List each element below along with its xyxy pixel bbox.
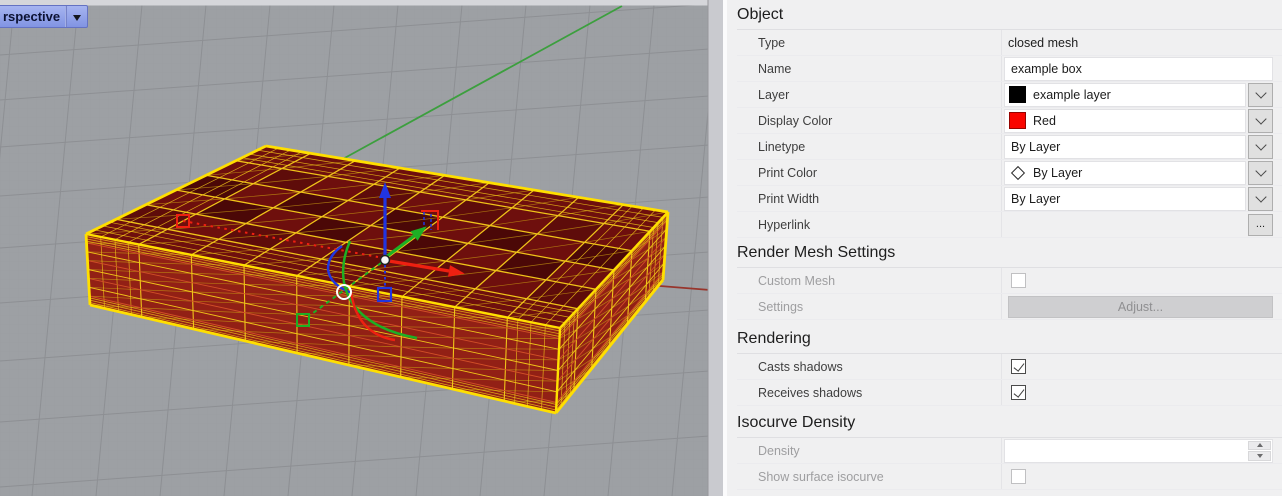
print-width-field[interactable]: By Layer [1004,187,1246,211]
row-density: Density [737,438,1282,464]
row-display-color: Display Color Red [737,108,1282,134]
display-color-label: Display Color [737,114,1001,128]
name-label: Name [737,62,1001,76]
display-color-field[interactable]: Red [1004,109,1246,133]
viewport-tab[interactable]: rspective [0,5,88,28]
show-surface-isocurve-label: Show surface isocurve [737,470,1001,484]
viewport-tab-label[interactable]: rspective [0,9,65,25]
linetype-label: Linetype [737,140,1001,154]
custom-mesh-checkbox[interactable] [1011,273,1026,288]
arrow-up-icon [1257,440,1263,447]
viewport-canvas[interactable] [0,0,723,496]
layer-value: example layer [1033,88,1111,102]
section-header-isocurve: Isocurve Density [727,408,1282,437]
chevron-down-icon [1255,87,1266,98]
spin-down-button[interactable] [1248,451,1271,461]
viewport-tab-separator [65,6,67,27]
layer-field[interactable]: example layer [1004,83,1246,107]
hyperlink-label: Hyperlink [737,218,1001,232]
properties-panel: Object Type closed mesh Name Layer examp… [723,0,1282,496]
print-color-label: Print Color [737,166,1001,180]
layer-color-swatch [1009,86,1026,103]
print-width-combo[interactable]: By Layer [1004,187,1273,211]
custom-mesh-label: Custom Mesh [737,274,1001,288]
print-width-value: By Layer [1011,192,1060,206]
viewport[interactable]: rspective [0,0,723,496]
hyperlink-browse-button[interactable]: ... [1248,214,1273,236]
arrow-down-icon [1257,454,1263,461]
row-custom-mesh: Custom Mesh [737,268,1282,294]
name-input[interactable] [1004,57,1273,81]
section-header-render-mesh: Render Mesh Settings [727,238,1282,267]
print-color-dropdown-button[interactable] [1248,161,1273,185]
adjust-button[interactable]: Adjust... [1008,296,1273,318]
viewport-top-strip [0,0,723,6]
print-color-field[interactable]: By Layer [1004,161,1246,185]
layer-dropdown-button[interactable] [1248,83,1273,107]
section-header-rendering: Rendering [727,324,1282,353]
chevron-down-icon [1255,139,1266,150]
linetype-combo[interactable]: By Layer [1004,135,1273,159]
casts-shadows-checkbox[interactable] [1011,359,1026,374]
row-receives-shadows: Receives shadows [737,380,1282,406]
gumball-origin[interactable] [381,256,390,265]
print-width-label: Print Width [737,192,1001,206]
print-color-combo[interactable]: By Layer [1004,161,1273,185]
row-print-color: Print Color By Layer [737,160,1282,186]
print-width-dropdown-button[interactable] [1248,187,1273,211]
linetype-field[interactable]: By Layer [1004,135,1246,159]
row-type: Type closed mesh [737,30,1282,56]
display-color-value: Red [1033,114,1056,128]
display-color-swatch [1009,112,1026,129]
linetype-value: By Layer [1011,140,1060,154]
row-casts-shadows: Casts shadows [737,354,1282,380]
row-print-width: Print Width By Layer [737,186,1282,212]
receives-shadows-checkbox[interactable] [1011,385,1026,400]
display-color-combo[interactable]: Red [1004,109,1273,133]
chevron-down-icon [1255,165,1266,176]
linetype-dropdown-button[interactable] [1248,135,1273,159]
layer-label: Layer [737,88,1001,102]
display-color-dropdown-button[interactable] [1248,109,1273,133]
layer-combo[interactable]: example layer [1004,83,1273,107]
row-linetype: Linetype By Layer [737,134,1282,160]
app-window: rspective Object Type closed mesh Name L… [0,0,1282,496]
type-value: closed mesh [1008,36,1078,50]
row-settings: Settings Adjust... [737,294,1282,320]
section-header-object: Object [727,0,1282,29]
print-color-value: By Layer [1033,166,1082,180]
viewport-tab-dropdown-icon[interactable] [73,15,81,25]
diamond-icon [1011,165,1025,179]
panel-splitter[interactable] [709,0,724,496]
settings-label: Settings [737,300,1001,314]
show-surface-isocurve-checkbox[interactable] [1011,469,1026,484]
casts-shadows-label: Casts shadows [737,360,1001,374]
chevron-down-icon [1255,113,1266,124]
density-label: Density [737,444,1001,458]
type-label: Type [737,36,1001,50]
row-show-surface-isocurve: Show surface isocurve [737,464,1282,490]
density-spinner[interactable] [1004,439,1273,463]
row-layer: Layer example layer [737,82,1282,108]
row-name: Name [737,56,1282,82]
receives-shadows-label: Receives shadows [737,386,1001,400]
row-hyperlink: Hyperlink ... [737,212,1282,238]
chevron-down-icon [1255,191,1266,202]
spin-up-button[interactable] [1248,441,1271,451]
